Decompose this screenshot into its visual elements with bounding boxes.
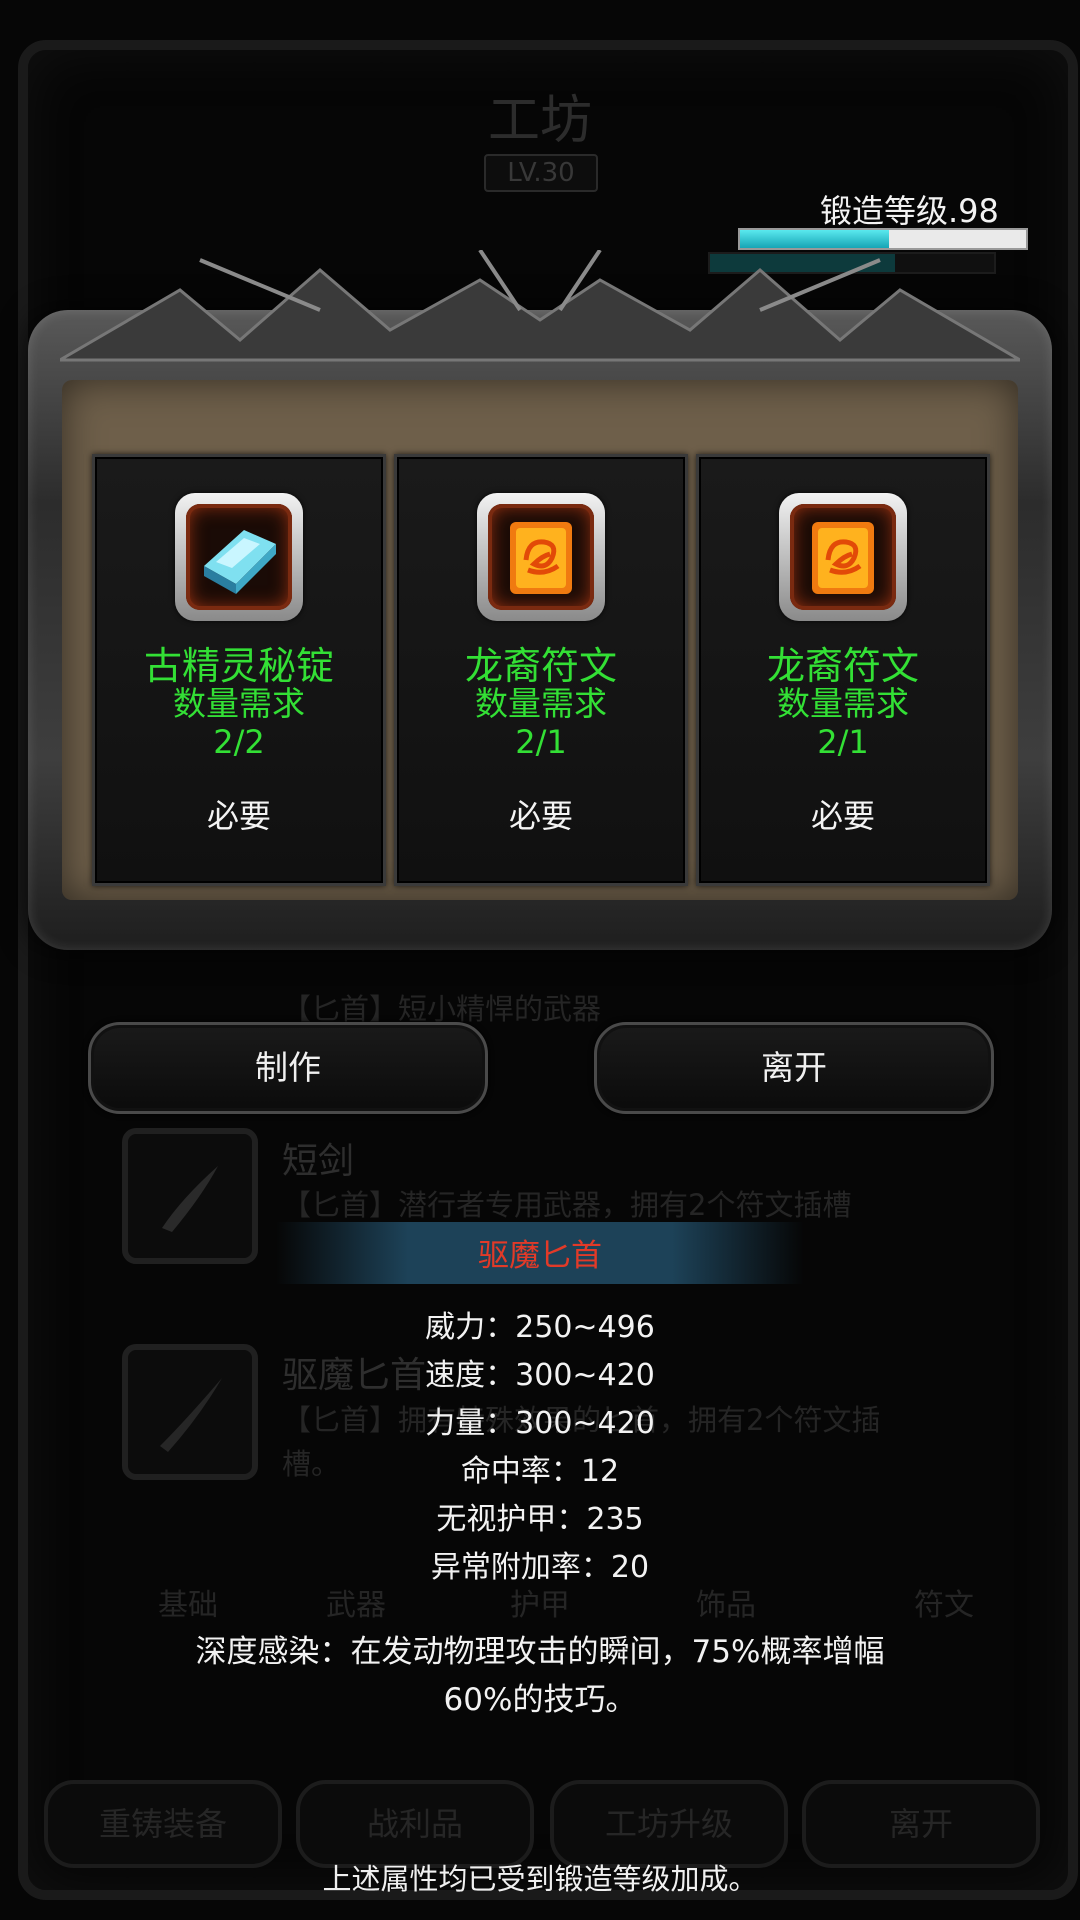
item-stat-armor-ignore: 无视护甲：235 — [436, 1502, 644, 1537]
item-effect-line-1: 深度感染：在发动物理攻击的瞬间，75%概率增幅 — [195, 1634, 885, 1670]
requirement-icon-frame — [477, 493, 605, 621]
item-effect: 深度感染：在发动物理攻击的瞬间，75%概率增幅 60%的技巧。 — [150, 1628, 930, 1724]
bg-tab-armor[interactable]: 护甲 — [440, 1580, 640, 1624]
forge-level-bar-fill — [740, 230, 889, 248]
bg-tab-accessory[interactable]: 饰品 — [626, 1580, 826, 1624]
item-stat-ailment-rate: 异常附加率：20 — [430, 1550, 650, 1585]
bg-loot-button[interactable]: 战利品 — [296, 1780, 534, 1868]
requirement-icon-frame — [779, 493, 907, 621]
item-stat-accuracy: 命中率：12 — [460, 1454, 620, 1489]
ingot-icon — [204, 530, 276, 594]
forge-bonus-note: 上述属性均已受到锻造等级加成。 — [322, 1862, 758, 1896]
workshop-level: LV.30 — [484, 154, 598, 192]
rune-icon — [812, 522, 874, 594]
requirement-qty-label: 数量需求 — [173, 684, 305, 723]
requirement-name: 古精灵秘锭 — [143, 644, 334, 688]
item-effect-line-2: 60%的技巧。 — [443, 1682, 637, 1718]
requirement-name: 龙裔符文 — [464, 644, 617, 688]
requirement-qty-label: 数量需求 — [475, 684, 607, 723]
bg-list-desc-2: 【匕首】潜行者专用武器，拥有2个符文插槽 — [282, 1188, 852, 1222]
requirement-tag: 必要 — [206, 797, 271, 835]
forge-level-bar — [738, 228, 1028, 250]
bg-upgrade-button[interactable]: 工坊升级 — [550, 1780, 788, 1868]
rune-icon — [510, 522, 572, 594]
bg-tab-weapon[interactable]: 武器 — [256, 1580, 456, 1624]
requirement-qty-label: 数量需求 — [777, 684, 909, 723]
workshop-title: 工坊 — [487, 91, 592, 151]
requirement-card-2: 龙裔符文 数量需求 2/1 必要 — [394, 454, 688, 886]
bg-reforge-button[interactable]: 重铸装备 — [44, 1780, 282, 1868]
requirement-qty: 2/1 — [515, 723, 567, 761]
leave-button[interactable]: 离开 — [594, 1022, 994, 1114]
requirement-name: 龙裔符文 — [766, 644, 919, 688]
craft-button[interactable]: 制作 — [88, 1022, 488, 1114]
requirement-tag: 必要 — [508, 797, 573, 835]
item-name: 驱魔匕首 — [478, 1238, 602, 1274]
bg-tab-rune[interactable]: 符文 — [844, 1580, 1044, 1624]
requirement-card-1: 古精灵秘锭 数量需求 2/2 必要 — [92, 454, 386, 886]
requirement-tag: 必要 — [810, 797, 875, 835]
requirement-card-3: 龙裔符文 数量需求 2/1 必要 — [696, 454, 990, 886]
bg-leave-button[interactable]: 离开 — [802, 1780, 1040, 1868]
requirement-icon-frame — [175, 493, 303, 621]
panel-ornament-icon — [60, 250, 1020, 362]
requirement-qty: 2/2 — [213, 723, 265, 761]
forge-level-label: 锻造等级.98 — [820, 192, 999, 230]
item-stat-speed: 速度：300~420 — [425, 1358, 655, 1393]
item-stat-power: 威力：250~496 — [425, 1310, 655, 1345]
requirement-qty: 2/1 — [817, 723, 869, 761]
bg-list-title-2: 短剑 — [282, 1141, 355, 1182]
item-stat-strength: 力量：300~420 — [425, 1406, 655, 1441]
